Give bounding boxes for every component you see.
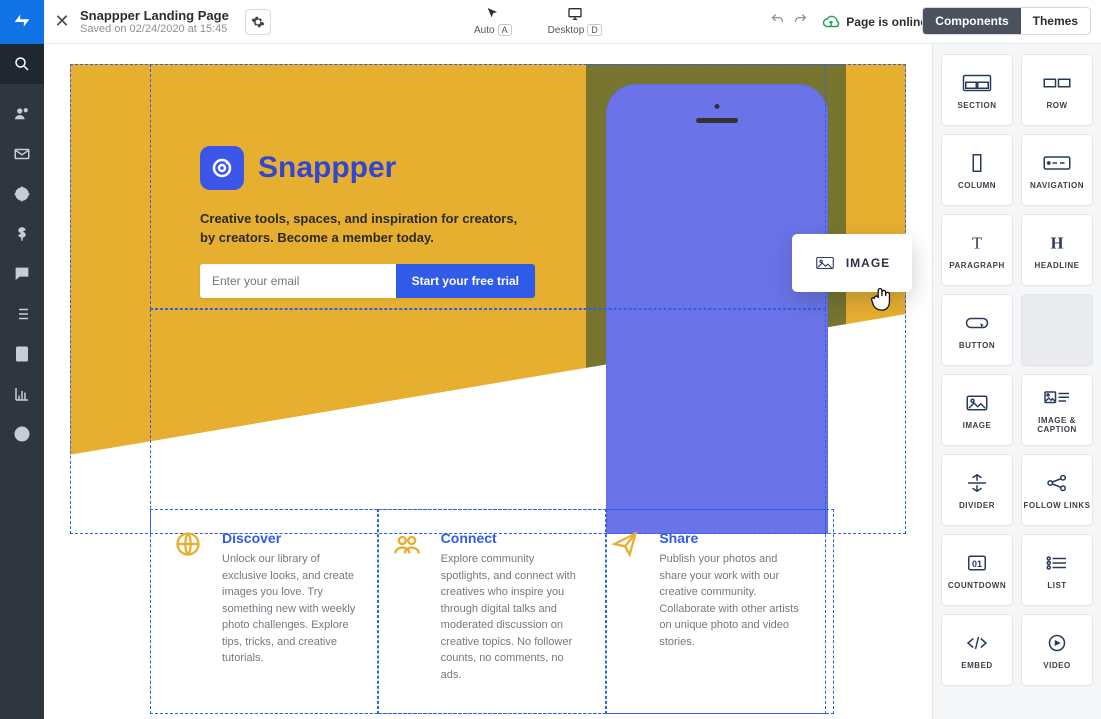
feature-connect[interactable]: Connect Explore community spotlights, and… <box>379 522 598 691</box>
svg-text:T: T <box>972 233 982 252</box>
component-section[interactable]: SECTION <box>941 54 1013 126</box>
target-icon[interactable] <box>12 184 32 204</box>
history-status: Page is online <box>770 0 927 44</box>
chart-icon[interactable] <box>12 384 32 404</box>
globe-icon <box>174 530 208 683</box>
undo-icon[interactable] <box>770 12 785 32</box>
cta-button[interactable]: Start your free trial <box>396 264 535 298</box>
people-icon <box>393 530 427 683</box>
component-paragraph[interactable]: TPARAGRAPH <box>941 214 1013 286</box>
paper-plane-icon <box>611 530 645 683</box>
feature-body: Explore community spotlights, and connec… <box>441 551 584 683</box>
settings-button[interactable] <box>245 9 271 35</box>
component-row[interactable]: ROW <box>1021 54 1093 126</box>
tab-components[interactable]: Components <box>923 8 1020 34</box>
dragging-label: IMAGE <box>846 256 890 270</box>
brand-block[interactable]: Snappper <box>200 146 396 190</box>
component-button[interactable]: BUTTON <box>941 294 1013 366</box>
close-icon[interactable]: ✕ <box>44 11 80 32</box>
component-navigation[interactable]: NAVIGATION <box>1021 134 1093 206</box>
auto-tool[interactable]: AutoA <box>474 6 512 36</box>
email-input[interactable] <box>200 264 396 298</box>
brand-logo-icon <box>200 146 244 190</box>
svg-text:H: H <box>1051 233 1064 252</box>
saved-status: Saved on 02/24/2020 at 15:45 <box>80 23 229 35</box>
publish-status[interactable]: Page is online <box>822 13 927 31</box>
auto-label: Auto <box>474 25 495 36</box>
feature-share[interactable]: Share Publish your photos and share your … <box>597 522 816 691</box>
search-icon[interactable] <box>0 44 44 84</box>
panel-tabs: Components Themes <box>922 7 1091 35</box>
side-nav <box>0 44 44 719</box>
row-outline-2[interactable] <box>150 309 826 534</box>
feature-title: Connect <box>441 530 584 546</box>
tab-themes[interactable]: Themes <box>1021 8 1090 34</box>
globe-icon[interactable] <box>12 424 32 444</box>
feature-body: Publish your photos and share your work … <box>659 551 802 650</box>
component-placeholder <box>1021 294 1093 366</box>
auto-key: A <box>498 24 512 36</box>
component-divider[interactable]: DIVIDER <box>941 454 1013 526</box>
editor-canvas[interactable]: Snappper Creative tools, spaces, and ins… <box>44 44 932 719</box>
brand-name: Snappper <box>258 151 396 185</box>
users-icon[interactable] <box>12 104 32 124</box>
components-panel: SECTION ROW COLUMN NAVIGATION TPARAGRAPH… <box>932 44 1101 719</box>
component-embed[interactable]: EMBED <box>941 614 1013 686</box>
page-title-group: Snappper Landing Page Saved on 02/24/202… <box>80 8 237 35</box>
page-title: Snappper Landing Page <box>80 8 229 23</box>
desktop-tool[interactable]: DesktopD <box>548 6 602 36</box>
app-logo[interactable] <box>0 0 44 44</box>
viewport-tools: AutoA DesktopD <box>474 0 602 44</box>
list-icon[interactable] <box>12 304 32 324</box>
redo-icon[interactable] <box>793 12 808 32</box>
component-countdown[interactable]: 01COUNTDOWN <box>941 534 1013 606</box>
desktop-label: Desktop <box>548 25 585 36</box>
component-image-caption[interactable]: IMAGE & CAPTION <box>1021 374 1093 446</box>
component-headline[interactable]: HHEADLINE <box>1021 214 1093 286</box>
component-list[interactable]: LIST <box>1021 534 1093 606</box>
component-follow-links[interactable]: FOLLOW LINKS <box>1021 454 1093 526</box>
mail-icon[interactable] <box>12 144 32 164</box>
features-row: Discover Unlock our library of exclusive … <box>160 522 816 691</box>
svg-text:01: 01 <box>972 558 982 568</box>
feature-discover[interactable]: Discover Unlock our library of exclusive … <box>160 522 379 691</box>
feature-title: Share <box>659 530 802 546</box>
image-icon <box>814 253 836 273</box>
publish-label: Page is online <box>846 15 927 29</box>
chat-icon[interactable] <box>12 264 32 284</box>
component-image[interactable]: IMAGE <box>941 374 1013 446</box>
grab-cursor-icon <box>866 282 896 312</box>
page-icon[interactable] <box>12 344 32 364</box>
component-video[interactable]: VIDEO <box>1021 614 1093 686</box>
component-column[interactable]: COLUMN <box>941 134 1013 206</box>
dollar-icon[interactable] <box>12 224 32 244</box>
feature-body: Unlock our library of exclusive looks, a… <box>222 551 365 667</box>
cta-form: Start your free trial <box>200 264 535 298</box>
desktop-key: D <box>587 24 602 36</box>
feature-title: Discover <box>222 530 365 546</box>
tagline-text[interactable]: Creative tools, spaces, and inspiration … <box>200 210 520 248</box>
top-bar: ✕ Snappper Landing Page Saved on 02/24/2… <box>44 0 1101 44</box>
